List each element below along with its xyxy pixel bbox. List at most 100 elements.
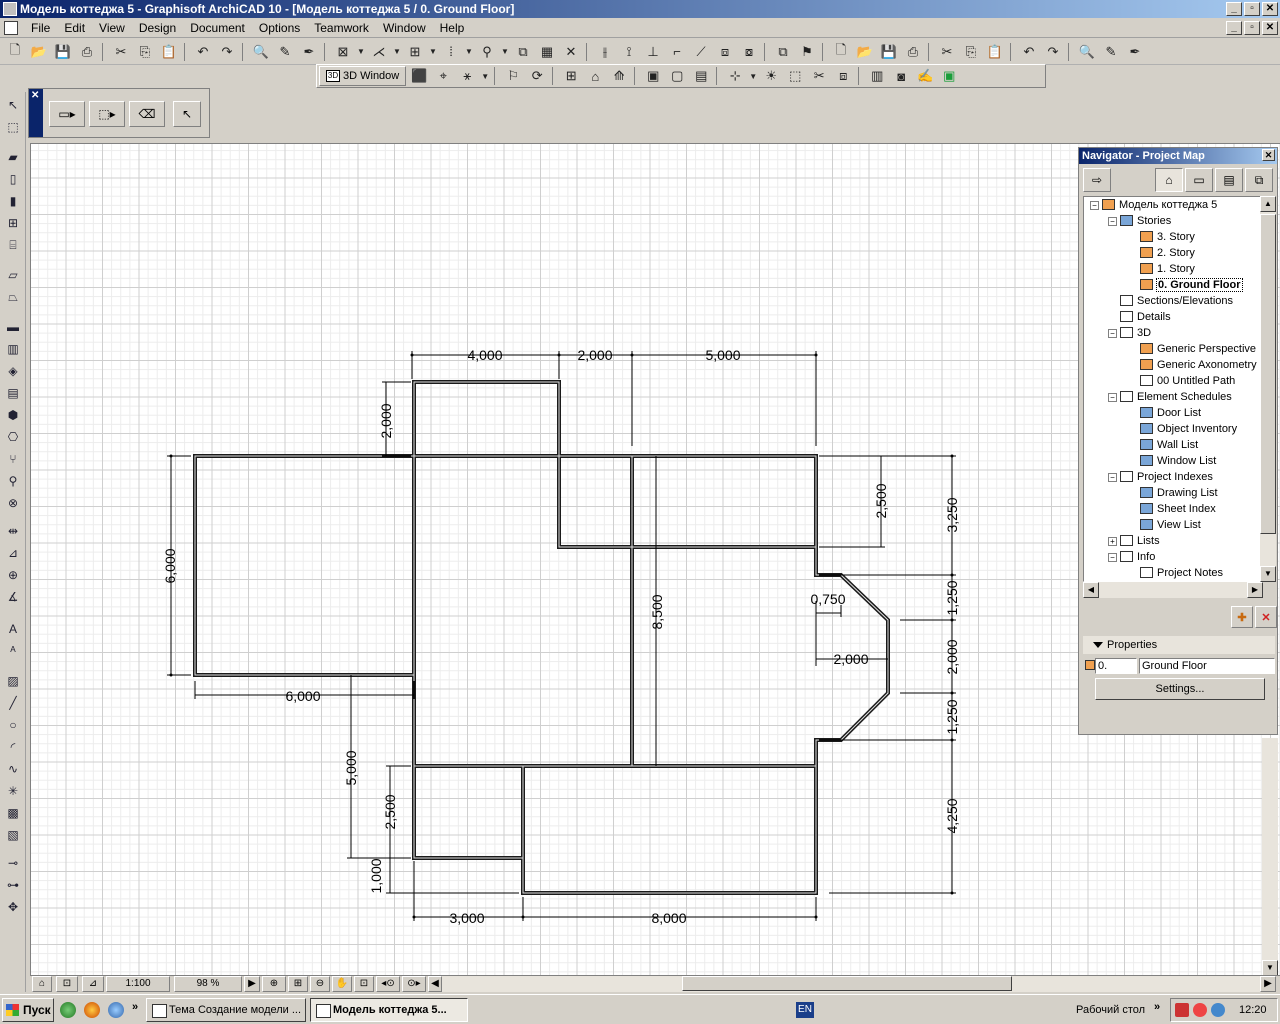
chevron-down-icon[interactable]: ▼ (428, 42, 438, 62)
publisher-tab-icon[interactable]: ⧉ (1245, 168, 1273, 192)
fillet-icon[interactable]: ⌐ (666, 42, 688, 62)
layout-book-tab-icon[interactable]: ▤ (1215, 168, 1243, 192)
collapse-icon[interactable]: − (1108, 217, 1117, 226)
archicad-app-icon[interactable] (3, 2, 17, 16)
drag-copy-icon[interactable]: ⧉ (772, 42, 794, 62)
selection-icon[interactable]: ⬚ (784, 66, 806, 86)
redo-icon[interactable]: ↷ (216, 42, 238, 62)
tree-item-wall-list[interactable]: Wall List (1140, 437, 1198, 453)
new-item-icon[interactable]: ✚ (1231, 606, 1253, 628)
fill-tool-icon[interactable]: ▨ (3, 672, 23, 690)
marquee-icon[interactable]: ✂ (808, 66, 830, 86)
expand-icon[interactable]: + (1108, 537, 1117, 546)
save-icon[interactable]: 💾 (52, 42, 74, 62)
3d-projection-icon[interactable]: ⧈ (832, 66, 854, 86)
wireframe-icon[interactable]: ▣ (642, 66, 664, 86)
properties-toggle[interactable]: Properties (1083, 636, 1275, 654)
angle-dim-icon[interactable]: ∡ (3, 588, 23, 606)
chair-tool-icon[interactable]: ⑂ (3, 450, 23, 468)
tree-item-object-inventory[interactable]: Object Inventory (1140, 421, 1237, 437)
adjust-icon[interactable]: ⟟ (618, 42, 640, 62)
tree-item-lists[interactable]: Lists (1120, 533, 1160, 549)
open-folder-icon[interactable]: 📂 (28, 42, 50, 62)
chevron-down-icon[interactable]: ▼ (500, 42, 510, 62)
cut-icon[interactable]: ✂ (110, 42, 132, 62)
axes-icon[interactable]: ⚹ (456, 66, 478, 86)
top-module-walls[interactable] (412, 380, 816, 549)
label-tool-icon[interactable]: ᴬ (3, 642, 23, 660)
tree-item-project[interactable]: Модель коттеджа 5 (1102, 197, 1217, 213)
tree-item-drawing-list[interactable]: Drawing List (1140, 485, 1218, 501)
house-icon[interactable]: ⌂ (584, 66, 606, 86)
column-tool-icon[interactable]: ▯ (3, 170, 23, 188)
collapse-icon[interactable]: − (1108, 393, 1117, 402)
scroll-up-icon[interactable]: ▲ (1260, 196, 1276, 212)
level-dim-icon[interactable]: ⊿ (3, 544, 23, 562)
marquee-tool-icon[interactable]: ⬚ (3, 118, 23, 136)
canvas-horizontal-scrollbar[interactable] (442, 976, 1260, 992)
beam-tool-icon[interactable]: ▬ (3, 318, 23, 336)
lamp-tool-icon[interactable]: ⎔ (3, 428, 23, 446)
scroll-down-icon[interactable]: ▼ (1260, 566, 1276, 582)
clock[interactable]: 12:20 (1239, 1004, 1267, 1016)
floor-plan-icon[interactable]: ⌂ (32, 976, 52, 992)
new-file-icon-2[interactable]: 🗋 (830, 42, 852, 62)
taskbar-item-word[interactable]: Тема Создание модели ... (146, 998, 306, 1022)
orbit-icon[interactable]: ⟳ (526, 66, 548, 86)
radial-dim-icon[interactable]: ⊕ (3, 566, 23, 584)
curtain-wall-icon[interactable]: ▤ (3, 384, 23, 402)
trace-icon[interactable]: ⧉ (512, 42, 534, 62)
tree-item-ground-floor[interactable]: 0. Ground Floor (1140, 277, 1243, 293)
hidden-line-icon[interactable]: ▢ (666, 66, 688, 86)
scroll-thumb[interactable] (682, 976, 1012, 991)
chevron-down-icon[interactable]: ▼ (356, 42, 366, 62)
tree-item-project-notes[interactable]: Project Notes (1140, 565, 1223, 581)
photo-render-icon[interactable]: ▥ (866, 66, 888, 86)
snap-icon[interactable]: ⋌ (368, 42, 390, 62)
open-folder-icon-2[interactable]: 📂 (854, 42, 876, 62)
desktop-toolbar-label[interactable]: Рабочий стол (1076, 1004, 1145, 1016)
ungroup-icon[interactable]: ⧇ (738, 42, 760, 62)
tree-item-element-schedules[interactable]: Element Schedules (1120, 389, 1232, 405)
doc-close-button[interactable]: ✕ (1262, 21, 1278, 35)
scroll-down-icon[interactable]: ▼ (1262, 960, 1278, 976)
view-map-tab-icon[interactable]: ▭ (1185, 168, 1213, 192)
collapse-icon[interactable]: − (1090, 201, 1099, 210)
suspend-groups-icon[interactable]: ⚲ (476, 42, 498, 62)
scroll-right-icon[interactable]: ▶ (1260, 976, 1276, 992)
previous-zoom-icon[interactable]: ◂⊙ (376, 976, 400, 992)
tree-item-sheet-index[interactable]: Sheet Index (1140, 501, 1216, 517)
tree-item-generic-perspective[interactable]: Generic Perspective (1140, 341, 1256, 357)
zone-tool-icon[interactable]: ◈ (3, 362, 23, 380)
tree-item-view-list[interactable]: View List (1140, 517, 1201, 533)
redo-icon-2[interactable]: ↷ (1042, 42, 1064, 62)
window-tool-icon[interactable]: ⊞ (3, 214, 23, 232)
zoom-field[interactable]: 98 % (174, 976, 242, 992)
geometry-method-icon[interactable]: ▭▸ (49, 101, 85, 127)
inject-icon-2[interactable]: ✒ (1124, 42, 1146, 62)
door-tool-icon[interactable]: ▮ (3, 192, 23, 210)
quicklaunch-icon[interactable] (60, 1002, 76, 1018)
undo-icon[interactable]: ↶ (192, 42, 214, 62)
navigator-vertical-scrollbar[interactable]: ▲ ▼ (1260, 196, 1276, 582)
tree-item-story-1[interactable]: 1. Story (1140, 261, 1195, 277)
close-icon[interactable]: ✕ (31, 90, 39, 101)
roof-tool-icon[interactable]: ⏢ (3, 288, 23, 306)
explode-icon[interactable]: ⟰ (608, 66, 630, 86)
opera-icon[interactable] (1193, 1003, 1207, 1017)
chevron-down-icon[interactable]: ▼ (480, 66, 490, 86)
gravity-icon[interactable]: ⊠ (332, 42, 354, 62)
navigator-title[interactable]: Navigator - Project Map ✕ (1079, 148, 1277, 164)
tree-item-window-list[interactable]: Window List (1140, 453, 1216, 469)
scroll-right-icon[interactable]: ▶ (1247, 582, 1263, 598)
pan-icon[interactable]: ✋ (332, 976, 352, 992)
menu-options[interactable]: Options (252, 21, 307, 35)
hotspot-tool-icon[interactable]: ✳ (3, 782, 23, 800)
cancel-icon[interactable]: ✕ (560, 42, 582, 62)
network-icon[interactable] (1211, 1003, 1225, 1017)
settings-button[interactable]: Settings... (1095, 678, 1265, 700)
scale-field[interactable]: 1:100 (106, 976, 170, 992)
chevron-down-icon[interactable]: ▼ (748, 66, 758, 86)
next-zoom-icon[interactable]: ⊙▸ (402, 976, 426, 992)
project-map-tab-icon[interactable]: ⌂ (1155, 168, 1183, 192)
